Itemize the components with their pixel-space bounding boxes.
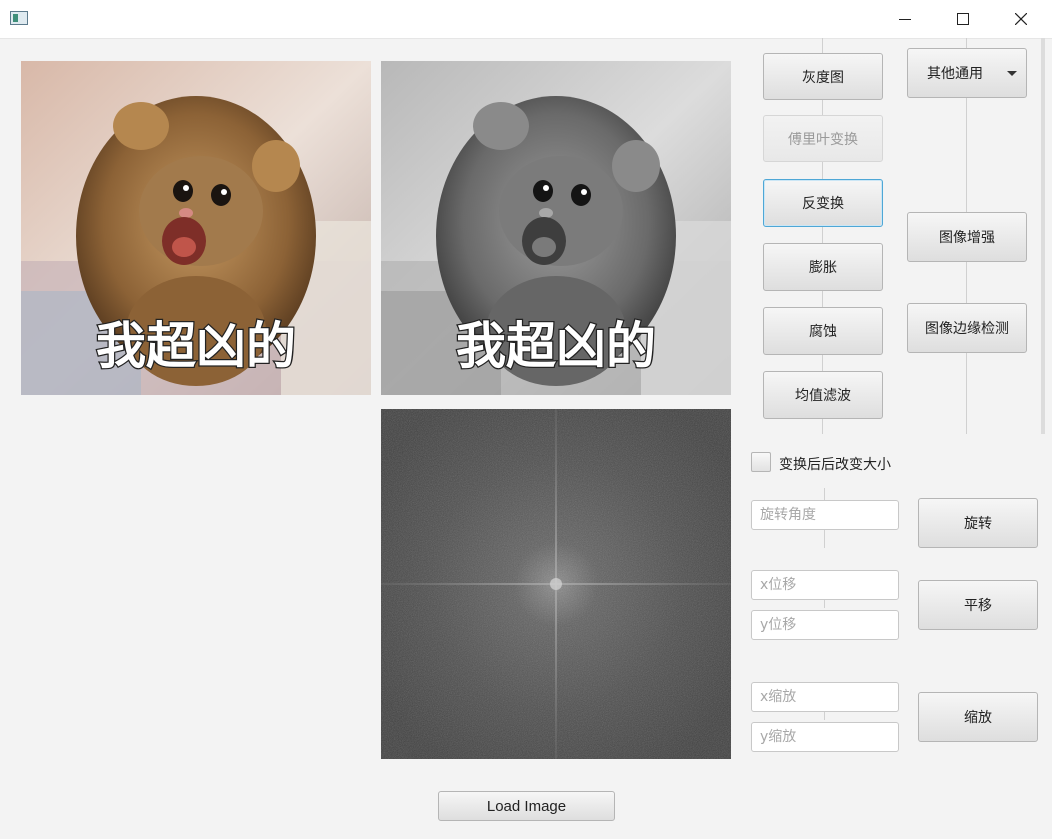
minimize-button[interactable] [876,0,934,38]
maximize-icon [957,13,969,25]
other-general-dropdown[interactable]: 其他通用 [907,48,1027,98]
resize-after-transform-checkbox[interactable] [751,452,771,472]
fourier-transform-button[interactable]: 傅里叶变换 [763,115,883,162]
chevron-down-icon [1007,71,1017,76]
rotate-angle-input[interactable] [751,500,899,530]
dilate-button[interactable]: 膨胀 [763,243,883,291]
minimize-icon [899,19,911,20]
close-icon [1015,13,1027,25]
original-image: 我超凶的 [21,61,371,395]
grayscale-button[interactable]: 灰度图 [763,53,883,100]
y-shift-input[interactable] [751,610,899,640]
scrollbar[interactable] [1041,38,1045,434]
x-scale-input[interactable] [751,682,899,712]
load-image-button[interactable]: Load Image [438,791,615,821]
close-button[interactable] [992,0,1050,38]
other-general-label: 其他通用 [927,66,983,82]
edge-detection-button[interactable]: 图像边缘检测 [907,303,1027,353]
original-caption: 我超凶的 [96,317,296,375]
mean-filter-button[interactable]: 均值滤波 [763,371,883,419]
resize-after-transform-label: 变换后后改变大小 [779,457,891,473]
y-scale-input[interactable] [751,722,899,752]
app-window-icon [10,11,28,25]
inverse-transform-button[interactable]: 反变换 [763,179,883,227]
grayscale-image: 我超凶的 [381,61,731,395]
main-content: 我超凶的 我超凶的 灰度图 傅里叶变换 反变换 膨胀 腐蚀 均值滤波 其他通用 … [0,38,1052,839]
fourier-spectrum-image [381,409,731,759]
title-bar [0,0,1052,39]
image-enhance-button[interactable]: 图像增强 [907,212,1027,262]
translate-button[interactable]: 平移 [918,580,1038,630]
rotate-button[interactable]: 旋转 [918,498,1038,548]
maximize-button[interactable] [934,0,992,38]
erode-button[interactable]: 腐蚀 [763,307,883,355]
x-shift-input[interactable] [751,570,899,600]
scale-button[interactable]: 缩放 [918,692,1038,742]
grayscale-caption: 我超凶的 [456,317,656,375]
